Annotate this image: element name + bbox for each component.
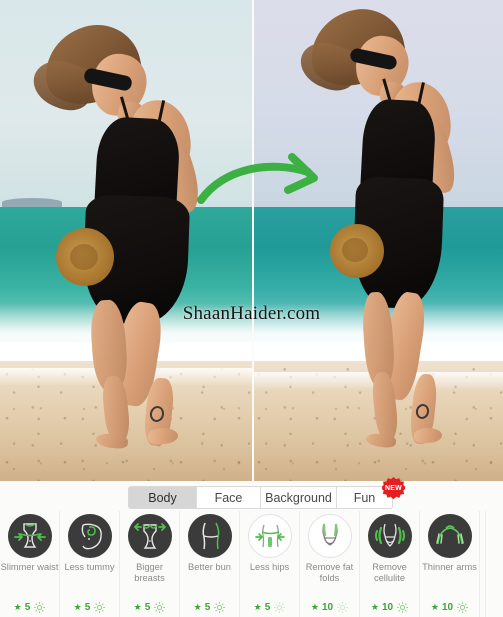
price-value: 5: [24, 601, 31, 613]
gear-icon[interactable]: [273, 601, 286, 614]
gear-icon[interactable]: [336, 601, 349, 614]
category-tabbar: Body Face Background Fun NEW: [128, 477, 405, 509]
star-icon: ★: [370, 602, 379, 612]
breasts-icon: [127, 514, 172, 558]
tool-price: ★ 5: [180, 601, 240, 614]
price-value: 5: [144, 601, 151, 613]
price-value: 5: [264, 601, 271, 613]
tool-bigger-breasts[interactable]: Bigger breasts ★ 5: [120, 511, 180, 617]
tool-label: Less hips: [249, 562, 290, 572]
tab-body[interactable]: Body: [129, 487, 197, 508]
tab-fun-label: Fun: [353, 490, 376, 505]
cellulite-icon: [367, 514, 412, 558]
photo-divider: [252, 0, 254, 481]
foot-front: [147, 426, 179, 446]
tool-label: Bigger breasts: [134, 562, 165, 583]
tool-label: Slimmer waist: [0, 562, 59, 572]
tool-price: ★ 10: [360, 601, 420, 614]
tool-remove-fat-folds[interactable]: Remove fat folds ★ 10: [300, 511, 360, 617]
watermark: ShaanHaider.com: [182, 303, 321, 324]
tool-thinner-arms[interactable]: Thinner arms ★ 10: [420, 511, 480, 617]
tab-face[interactable]: Face: [197, 487, 261, 508]
bun-icon: [187, 514, 232, 558]
price-value: 5: [84, 601, 91, 613]
editor-panel: Body Face Background Fun NEW Slimmer wai…: [0, 477, 503, 617]
hat-crown: [70, 244, 98, 270]
price-value: 10: [381, 601, 394, 613]
tool-strip-overflow[interactable]: [480, 511, 486, 617]
tool-better-bun[interactable]: Better bun ★ 5: [180, 511, 240, 617]
new-badge: NEW: [382, 477, 405, 500]
foot-front: [413, 427, 443, 444]
tool-label: Less tummy: [64, 562, 115, 572]
tool-price: ★ 10: [420, 601, 480, 614]
price-value: 5: [204, 601, 211, 613]
before-photo[interactable]: [0, 0, 252, 481]
tool-label: Remove cellulite: [372, 562, 407, 583]
photo-preview-area: ShaanHaider.com: [0, 0, 503, 481]
star-icon: ★: [430, 602, 439, 612]
tool-slimmer-waist[interactable]: Slimmer waist ★ 5: [0, 511, 60, 617]
price-value: 10: [441, 601, 454, 613]
hips-icon: [247, 514, 292, 558]
gear-icon[interactable]: [396, 601, 409, 614]
tool-less-tummy[interactable]: Less tummy ★ 5: [60, 511, 120, 617]
gear-icon[interactable]: [456, 601, 469, 614]
tool-price: ★ 10: [300, 601, 360, 614]
before-figure: [0, 0, 252, 481]
tool-label: Remove fat folds: [305, 562, 354, 583]
tool-price: ★ 5: [60, 601, 120, 614]
tool-strip[interactable]: Slimmer waist ★ 5 Less tummy ★ 5 Bigger …: [0, 511, 503, 617]
waist-slim-icon: [7, 514, 52, 558]
arms-icon: [427, 514, 472, 558]
star-icon: ★: [253, 602, 262, 612]
after-photo[interactable]: [252, 0, 503, 481]
gear-icon[interactable]: [213, 601, 226, 614]
star-icon: ★: [310, 602, 319, 612]
after-figure: [252, 0, 503, 481]
tummy-icon: [67, 514, 112, 558]
tool-price: ★ 5: [0, 601, 60, 614]
tool-label: Thinner arms: [422, 562, 477, 572]
tab-fun[interactable]: Fun NEW: [337, 477, 405, 508]
star-icon: ★: [13, 602, 22, 612]
gear-icon[interactable]: [93, 601, 106, 614]
fat-folds-icon: [307, 514, 352, 558]
hat-crown: [342, 238, 368, 262]
tool-label: Better bun: [188, 562, 231, 572]
tool-price: ★ 5: [120, 601, 180, 614]
gear-icon[interactable]: [153, 601, 166, 614]
tool-remove-cellulite[interactable]: Remove cellulite ★ 10: [360, 511, 420, 617]
tool-less-hips[interactable]: Less hips ★ 5: [240, 511, 300, 617]
star-icon: ★: [73, 602, 82, 612]
star-icon: ★: [193, 602, 202, 612]
curved-arrow-icon: [197, 153, 318, 204]
tool-price: ★ 5: [240, 601, 300, 614]
tab-background[interactable]: Background: [261, 487, 337, 508]
gear-icon[interactable]: [33, 601, 46, 614]
app-root: ShaanHaider.com Body Face Background Fun…: [0, 0, 503, 617]
star-icon: ★: [133, 602, 142, 612]
price-value: 10: [321, 601, 334, 613]
